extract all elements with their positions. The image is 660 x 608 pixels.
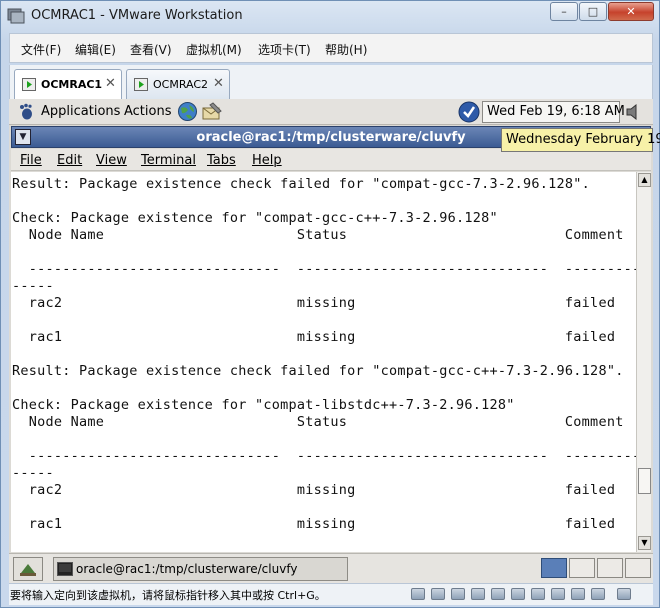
workspace-3[interactable] bbox=[597, 558, 623, 578]
scroll-thumb[interactable] bbox=[638, 468, 651, 494]
terminal-scrollbar[interactable]: ▲ ▼ bbox=[636, 172, 651, 552]
terminal-line: ------------------------------ ---------… bbox=[12, 261, 636, 277]
hard-disk-icon[interactable] bbox=[511, 588, 525, 600]
mail-icon[interactable] bbox=[201, 101, 223, 122]
menu-view[interactable]: 查看(V) bbox=[130, 41, 172, 58]
hard-disk-icon[interactable] bbox=[451, 588, 465, 600]
guest-screen[interactable]: Applications Actions Wed Feb 19, 6:18 AM… bbox=[9, 99, 660, 583]
tab-close-icon[interactable]: ✕ bbox=[213, 76, 224, 91]
scroll-up-arrow-icon[interactable]: ▲ bbox=[638, 173, 651, 187]
gnome-bottom-panel: oracle@rac1:/tmp/clusterware/cluvfy bbox=[9, 553, 653, 583]
gnome-foot-icon[interactable] bbox=[18, 103, 36, 121]
workspace-1[interactable] bbox=[541, 558, 567, 578]
terminal-menu-view[interactable]: View bbox=[96, 153, 127, 168]
gnome-top-panel: Applications Actions Wed Feb 19, 6:18 AM bbox=[9, 99, 653, 125]
hard-disk-icon[interactable] bbox=[471, 588, 485, 600]
actions-menu[interactable]: Actions bbox=[124, 104, 172, 119]
hard-disk-icon[interactable] bbox=[411, 588, 425, 600]
terminal-line: Node Name Status Comment bbox=[12, 227, 624, 243]
terminal-menu-bar: File Edit View Terminal Tabs Help bbox=[11, 149, 651, 171]
usb-icon[interactable] bbox=[591, 588, 605, 600]
title-bar: OCMRAC1 - VMware Workstation – □ ✕ bbox=[1, 1, 659, 31]
taskbar-terminal-item[interactable]: oracle@rac1:/tmp/clusterware/cluvfy bbox=[53, 557, 348, 581]
menu-tabs[interactable]: 选项卡(T) bbox=[258, 41, 311, 58]
vmware-status-bar: 要将输入定向到该虚拟机，请将鼠标指针移入其中或按 Ctrl+G。 bbox=[9, 583, 653, 605]
tab-close-icon[interactable]: ✕ bbox=[105, 76, 116, 91]
tab-label: OCMRAC1 bbox=[41, 78, 103, 91]
maximize-button[interactable]: □ bbox=[579, 2, 607, 21]
volume-icon[interactable] bbox=[625, 103, 641, 121]
menu-vm[interactable]: 虚拟机(M) bbox=[186, 41, 242, 58]
terminal-line: rac2 missing failed bbox=[12, 482, 616, 498]
terminal-line: rac2 missing failed bbox=[12, 295, 616, 311]
terminal-menu-terminal[interactable]: Terminal bbox=[141, 153, 196, 168]
vmware-window: OCMRAC1 - VMware Workstation – □ ✕ 文件(F)… bbox=[0, 0, 660, 608]
vm-running-icon bbox=[134, 78, 148, 91]
update-check-icon[interactable] bbox=[458, 101, 480, 123]
network-adapter-icon[interactable] bbox=[551, 588, 565, 600]
terminal-line: ------------------------------ ---------… bbox=[12, 448, 636, 464]
terminal-menu-edit[interactable]: Edit bbox=[57, 153, 82, 168]
show-desktop-icon[interactable] bbox=[13, 557, 43, 581]
terminal-line: Check: Package existence for "compat-gcc… bbox=[12, 210, 498, 226]
terminal-line: rac1 missing failed bbox=[12, 516, 616, 532]
terminal-line: ----- bbox=[12, 465, 54, 481]
scroll-down-arrow-icon[interactable]: ▼ bbox=[638, 536, 651, 550]
terminal-line: Result: Package existence check failed f… bbox=[12, 176, 591, 192]
workspace-2[interactable] bbox=[569, 558, 595, 578]
clock-tooltip: Wednesday February 19 bbox=[501, 128, 660, 152]
terminal-output[interactable]: Result: Package existence check failed f… bbox=[11, 172, 636, 552]
vmware-menu-bar: 文件(F) 编辑(E) 查看(V) 虚拟机(M) 选项卡(T) 帮助(H) bbox=[9, 33, 653, 63]
tab-label: OCMRAC2 bbox=[153, 78, 209, 91]
menu-edit[interactable]: 编辑(E) bbox=[75, 41, 116, 58]
message-log-icon[interactable] bbox=[617, 588, 631, 600]
close-button[interactable]: ✕ bbox=[608, 2, 654, 21]
window-title: OCMRAC1 - VMware Workstation bbox=[31, 8, 243, 23]
hard-disk-icon[interactable] bbox=[431, 588, 445, 600]
panel-clock[interactable]: Wed Feb 19, 6:18 AM bbox=[482, 101, 625, 123]
terminal-menu-file[interactable]: File bbox=[20, 153, 42, 168]
terminal-line: rac1 missing failed bbox=[12, 329, 616, 345]
terminal-line: Check: Package existence for "compat-lib… bbox=[12, 397, 515, 413]
cd-rom-icon[interactable] bbox=[531, 588, 545, 600]
terminal-line: Result: Package existence check failed f… bbox=[12, 363, 624, 379]
vm-tab-bar: OCMRAC1 ✕ OCMRAC2 ✕ bbox=[9, 65, 653, 99]
workspace-4[interactable] bbox=[625, 558, 651, 578]
taskbar-item-label: oracle@rac1:/tmp/clusterware/cluvfy bbox=[76, 562, 298, 576]
network-adapter-icon[interactable] bbox=[571, 588, 585, 600]
minimize-button[interactable]: – bbox=[550, 2, 578, 21]
terminal-menu-help[interactable]: Help bbox=[252, 153, 282, 168]
terminal-line: ----- bbox=[12, 278, 54, 294]
status-message: 要将输入定向到该虚拟机，请将鼠标指针移入其中或按 Ctrl+G。 bbox=[10, 589, 326, 602]
vm-running-icon bbox=[22, 78, 36, 91]
menu-help[interactable]: 帮助(H) bbox=[325, 41, 367, 58]
vmware-app-icon bbox=[7, 8, 25, 24]
applications-menu[interactable]: Applications bbox=[41, 104, 120, 119]
hard-disk-icon[interactable] bbox=[491, 588, 505, 600]
web-browser-icon[interactable] bbox=[177, 101, 198, 122]
menu-file[interactable]: 文件(F) bbox=[21, 41, 61, 58]
tab-ocmrac2[interactable]: OCMRAC2 ✕ bbox=[126, 69, 230, 99]
terminal-line: Node Name Status Comment bbox=[12, 414, 624, 430]
tab-ocmrac1[interactable]: OCMRAC1 ✕ bbox=[14, 69, 122, 99]
terminal-menu-tabs[interactable]: Tabs bbox=[207, 153, 236, 168]
terminal-icon bbox=[57, 562, 73, 576]
